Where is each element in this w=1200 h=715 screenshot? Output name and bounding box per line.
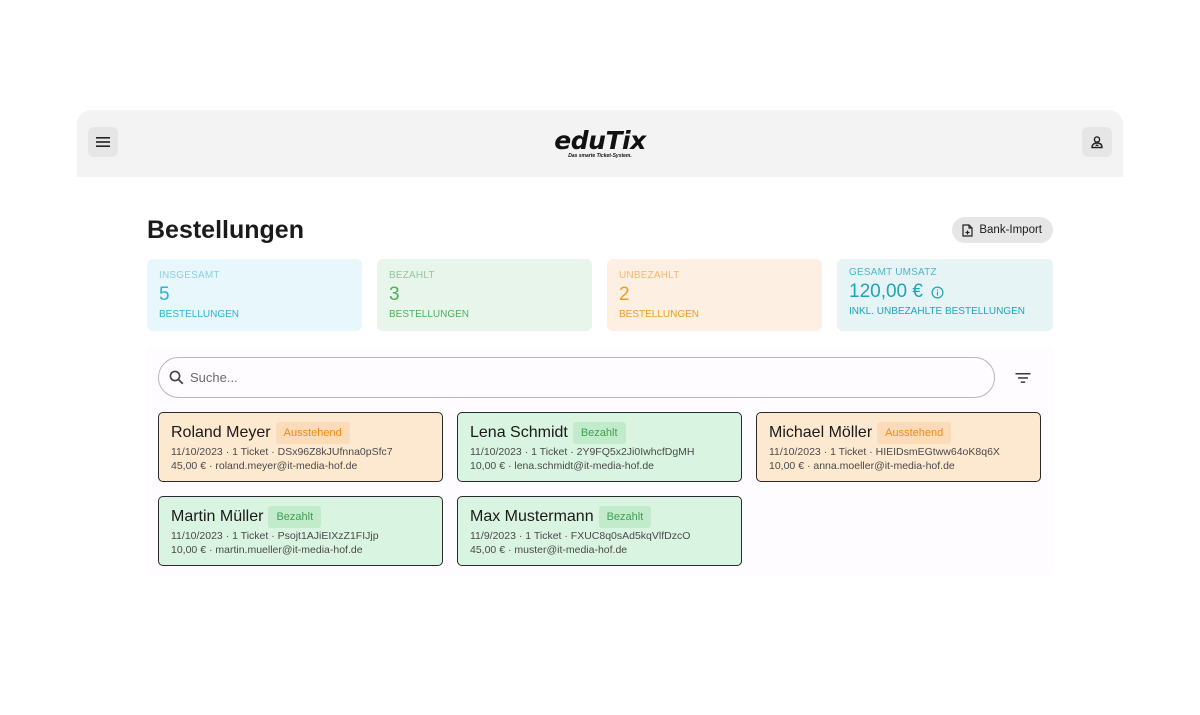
status-badge: Ausstehend — [275, 422, 350, 444]
menu-icon — [96, 137, 110, 147]
search-icon — [169, 370, 184, 385]
orders-list-panel: Suche... Roland Meyer Ausstehend 11/10/2… — [147, 347, 1053, 577]
stat-sub: Bestellungen — [619, 309, 700, 320]
stat-sub: Bestellungen — [389, 309, 470, 320]
order-details: 11/10/2023 · 1 Ticket · DSx96Z8kJUfnna0p… — [171, 446, 393, 458]
status-badge: Bezahlt — [598, 506, 652, 528]
app-window: eduTix Das smarte Ticket-System. Bestell… — [77, 110, 1123, 715]
user-badge-icon — [1091, 136, 1103, 149]
order-amount-email: 45,00 € · muster@it-media-hof.de — [470, 544, 628, 556]
stat-sub: Inkl. unbezahlte Bestellungen — [849, 306, 1025, 317]
bank-import-button[interactable]: Bank-Import — [952, 217, 1053, 243]
stat-value-row: 120,00 € — [849, 281, 1041, 303]
order-card[interactable]: Martin Müller Bezahlt 11/10/2023 · 1 Tic… — [158, 496, 443, 566]
stat-label: Unbezahlt — [619, 270, 680, 281]
account-button[interactable] — [1082, 127, 1112, 157]
stat-value: 120,00 € — [849, 281, 923, 302]
order-amount-email: 10,00 € · anna.moeller@it-media-hof.de — [769, 460, 955, 472]
order-card-header: Martin Müller Bezahlt — [171, 506, 430, 528]
order-amount-email: 45,00 € · roland.meyer@it-media-hof.de — [171, 460, 358, 472]
filter-button[interactable] — [1013, 369, 1033, 387]
logo-tagline: Das smarte Ticket-System. — [568, 153, 632, 159]
stat-paid: Bezahlt 3 Bestellungen — [377, 259, 592, 331]
order-customer-name: Lena Schmidt — [470, 424, 568, 441]
stat-label: Insgesamt — [159, 270, 220, 281]
search-placeholder: Suche... — [190, 370, 238, 385]
order-details: 11/10/2023 · 1 Ticket · 2Y9FQ5x2Ji0Iwhcf… — [470, 446, 695, 458]
info-icon[interactable] — [931, 285, 944, 299]
order-card[interactable]: Lena Schmidt Bezahlt 11/10/2023 · 1 Tick… — [457, 412, 742, 482]
order-details: 11/9/2023 · 1 Ticket · FXUC8q0sAd5kqVlfD… — [470, 530, 691, 542]
brand-logo: eduTix Das smarte Ticket-System. — [554, 126, 646, 159]
order-card[interactable]: Michael Möller Ausstehend 11/10/2023 · 1… — [756, 412, 1041, 482]
stat-value: 5 — [159, 284, 170, 305]
stat-value: 2 — [619, 284, 630, 305]
filter-icon — [1015, 373, 1031, 383]
menu-button[interactable] — [88, 127, 118, 157]
order-card[interactable]: Roland Meyer Ausstehend 11/10/2023 · 1 T… — [158, 412, 443, 482]
order-card-header: Max Mustermann Bezahlt — [470, 506, 729, 528]
order-card[interactable]: Max Mustermann Bezahlt 11/9/2023 · 1 Tic… — [457, 496, 742, 566]
status-badge: Ausstehend — [877, 422, 952, 444]
order-amount-email: 10,00 € · lena.schmidt@it-media-hof.de — [470, 460, 655, 472]
stat-unpaid: Unbezahlt 2 Bestellungen — [607, 259, 822, 331]
stat-sub: Bestellungen — [159, 309, 240, 320]
order-details: 11/10/2023 · 1 Ticket · Psojt1AJiEIXzZ1F… — [171, 530, 379, 542]
order-amount-email: 10,00 € · martin.mueller@it-media-hof.de — [171, 544, 363, 556]
page-title: Bestellungen — [147, 216, 304, 244]
stat-value: 3 — [389, 284, 400, 305]
stat-total: Insgesamt 5 Bestellungen — [147, 259, 362, 331]
order-customer-name: Michael Möller — [769, 424, 873, 441]
order-card-header: Roland Meyer Ausstehend — [171, 422, 430, 444]
order-card-header: Michael Möller Ausstehend — [769, 422, 1028, 444]
app-bar: eduTix Das smarte Ticket-System. — [77, 110, 1123, 177]
status-badge: Bezahlt — [268, 506, 322, 528]
stat-revenue: Gesamt Umsatz 120,00 € Inkl. unbezahlte … — [837, 259, 1053, 331]
order-details: 11/10/2023 · 1 Ticket · HIEIDsmEGtww64oK… — [769, 446, 1000, 458]
file-import-icon — [962, 223, 973, 237]
order-customer-name: Roland Meyer — [171, 424, 271, 441]
order-customer-name: Max Mustermann — [470, 508, 594, 525]
logo-text: eduTix — [554, 126, 646, 155]
order-card-header: Lena Schmidt Bezahlt — [470, 422, 729, 444]
stats-row: Insgesamt 5 Bestellungen Bezahlt 3 Beste… — [147, 259, 1053, 331]
stat-label: Bezahlt — [389, 270, 435, 281]
bank-import-label: Bank-Import — [979, 224, 1042, 236]
search-input[interactable]: Suche... — [158, 357, 995, 398]
stat-label: Gesamt Umsatz — [849, 267, 937, 278]
order-customer-name: Martin Müller — [171, 508, 264, 525]
status-badge: Bezahlt — [572, 422, 626, 444]
